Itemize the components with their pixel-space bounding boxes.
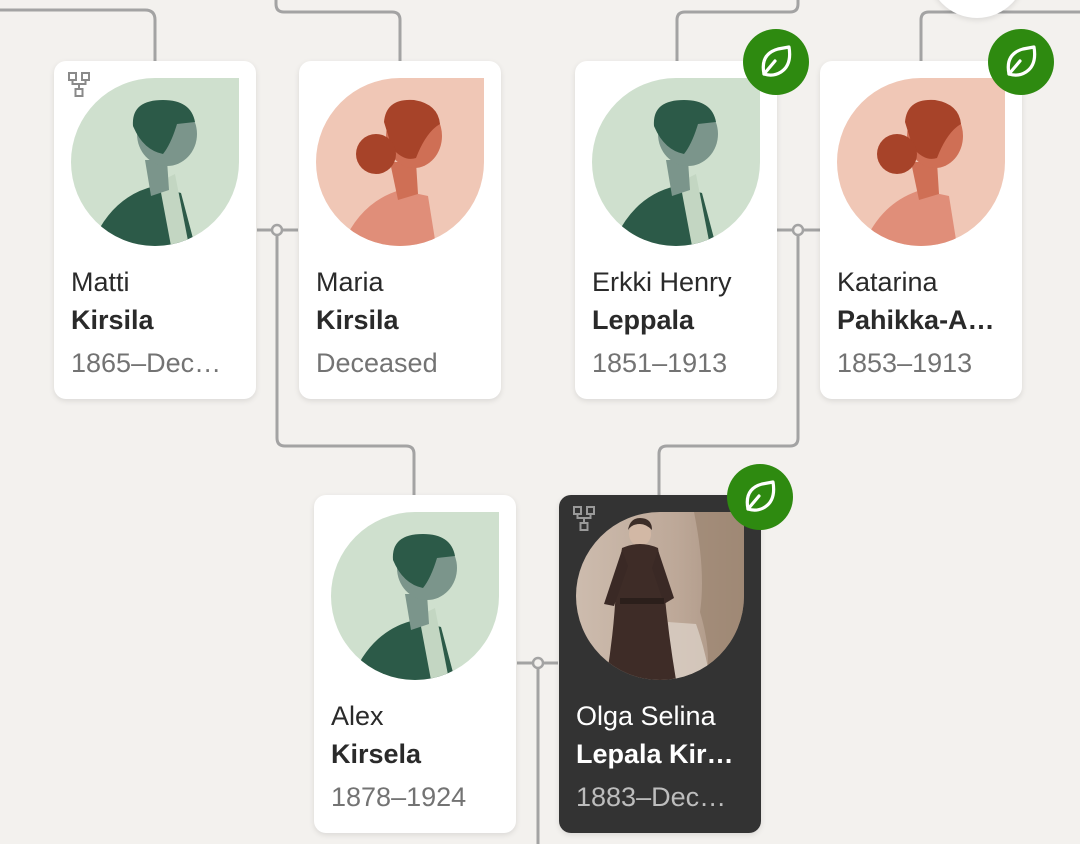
person-card-matti[interactable]: Matti Kirsila 1865–Dec… [54,61,256,399]
life-dates: 1851–1913 [592,348,728,378]
leaf-hint-icon[interactable] [727,464,793,530]
surname: Lepala Kir… [576,739,734,769]
given-name: Erkki Henry [592,267,732,297]
surname: Pahikka-A… [837,305,995,335]
leaf-hint-icon[interactable] [743,29,809,95]
person-card-erkki[interactable]: Erkki Henry Leppala 1851–1913 [575,61,777,399]
male-avatar-icon [592,78,760,246]
person-card-katarina[interactable]: Katarina Pahikka-A… 1853–1913 [820,61,1022,399]
surname: Kirsela [331,739,422,769]
life-dates: Deceased [316,348,438,378]
given-name: Maria [316,267,384,297]
male-avatar-icon [71,78,239,246]
person-card-olga[interactable]: Olga Selina Lepala Kir… 1883–Dec… [559,495,761,833]
surname: Kirsila [71,305,154,335]
life-dates: 1865–Dec… [71,348,222,378]
life-dates: 1853–1913 [837,348,973,378]
profile-photo [576,512,744,680]
given-name: Olga Selina [576,701,716,731]
surname: Leppala [592,305,695,335]
life-dates: 1878–1924 [331,782,467,812]
surname: Kirsila [316,305,399,335]
female-avatar-icon [316,78,484,246]
leaf-hint-icon[interactable] [988,29,1054,95]
person-card-maria[interactable]: Maria Kirsila Deceased [299,61,501,399]
given-name: Alex [331,701,384,731]
given-name: Katarina [837,267,938,297]
person-card-alex[interactable]: Alex Kirsela 1878–1924 [314,495,516,833]
female-avatar-icon [837,78,1005,246]
given-name: Matti [71,267,130,297]
male-avatar-icon [331,512,499,680]
life-dates: 1883–Dec… [576,782,727,812]
